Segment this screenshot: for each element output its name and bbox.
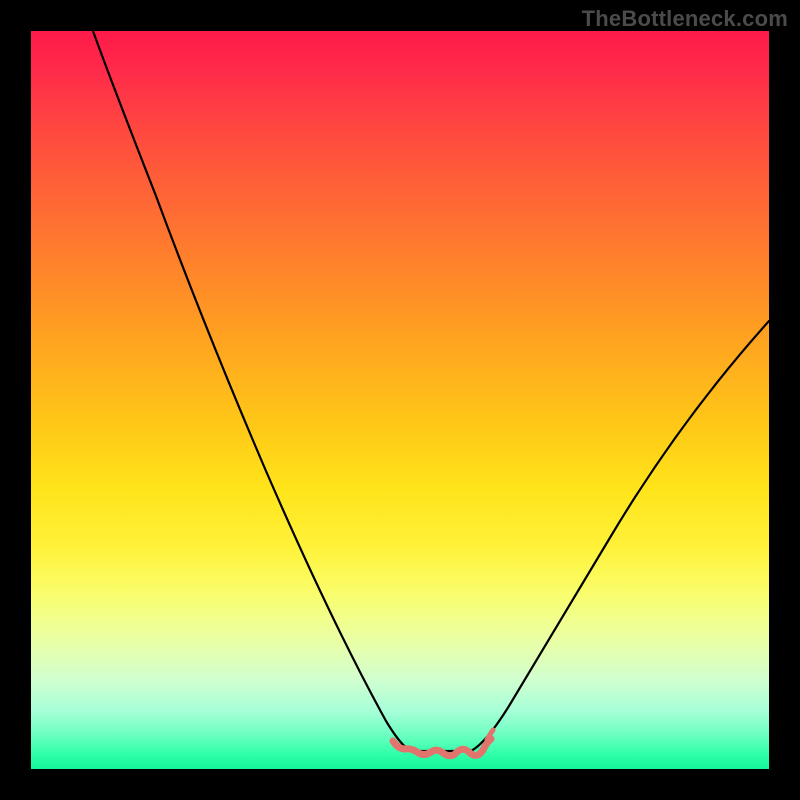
attribution-text: TheBottleneck.com	[582, 6, 788, 32]
plot-area	[31, 31, 769, 769]
curve-layer	[31, 31, 769, 769]
bottleneck-curve	[93, 31, 769, 751]
chart-frame: TheBottleneck.com	[0, 0, 800, 800]
